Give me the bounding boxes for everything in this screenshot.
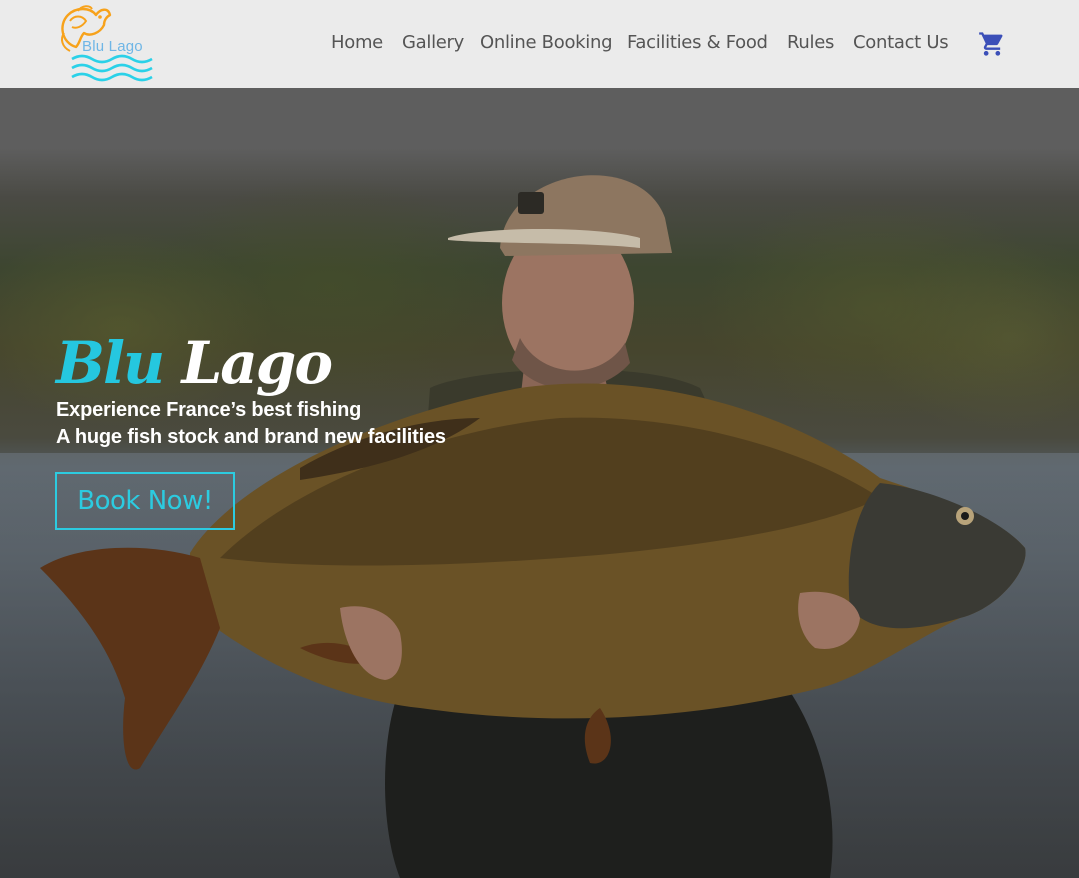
hero-title: Blu Lago	[56, 329, 333, 397]
site-header: Blu Lago Home Gallery Online Booking Fac…	[0, 0, 1079, 88]
hero-title-part1: Blu	[56, 329, 165, 397]
nav-item-gallery[interactable]: Gallery	[402, 32, 464, 53]
shopping-cart-icon[interactable]	[978, 30, 1006, 58]
hero-title-part2: Lago	[181, 329, 333, 397]
hero-subtitle-line1: Experience France’s best fishing	[56, 399, 362, 421]
nav-item-rules[interactable]: Rules	[787, 32, 834, 53]
main-nav: Home Gallery Online Booking Facilities &…	[0, 0, 1079, 88]
book-now-button[interactable]: Book Now!	[55, 472, 235, 530]
hero-section: Blu Lago Experience France’s best fishin…	[0, 88, 1079, 878]
nav-item-contact-us[interactable]: Contact Us	[853, 32, 949, 53]
hero-subtitle-line2: A huge fish stock and brand new faciliti…	[56, 426, 446, 448]
nav-item-online-booking[interactable]: Online Booking	[480, 32, 613, 53]
nav-item-home[interactable]: Home	[331, 32, 383, 53]
nav-item-facilities-food[interactable]: Facilities & Food	[627, 32, 768, 53]
